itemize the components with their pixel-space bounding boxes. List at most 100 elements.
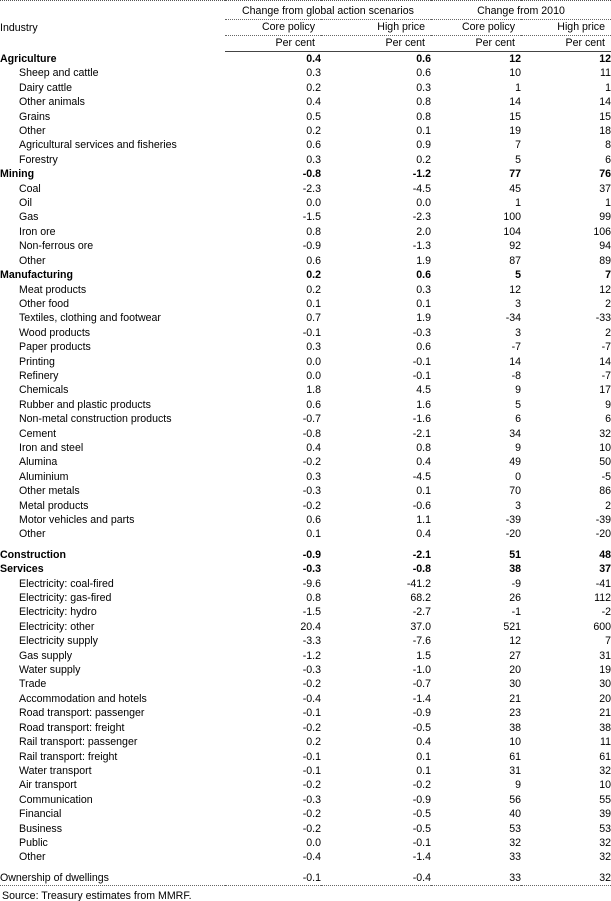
table-row[interactable]: Water supply -0.3 -1.0 20 19 xyxy=(0,663,611,677)
table-row[interactable]: Other -0.4 -1.4 33 32 xyxy=(0,850,611,864)
table-row[interactable]: Road transport: passenger -0.1 -0.9 23 21 xyxy=(0,706,611,720)
table-row[interactable]: Trade -0.2 -0.7 30 30 xyxy=(0,677,611,691)
cell-core-policy-global: 0.6 xyxy=(306,139,321,152)
cell-high-price-2010: 15 xyxy=(599,110,611,123)
table-row[interactable]: Cement -0.8 -2.1 34 32 xyxy=(0,427,611,441)
cell-core-policy-global: -0.2 xyxy=(302,721,321,734)
table-row[interactable]: Accommodation and hotels -0.4 -1.4 21 20 xyxy=(0,692,611,706)
table-row[interactable]: Wood products -0.1 -0.3 3 2 xyxy=(0,326,611,340)
row-industry-label: Other food xyxy=(19,297,70,310)
row-industry-label: Printing xyxy=(19,355,55,368)
cell-core-policy-2010: 49 xyxy=(509,456,521,469)
cell-high-price-2010: 94 xyxy=(599,240,611,253)
table-row[interactable]: Paper products 0.3 0.6 -7 -7 xyxy=(0,340,611,354)
cell-high-price-global: 0.3 xyxy=(416,283,431,296)
row-industry-label: Accommodation and hotels xyxy=(19,692,147,705)
table-row[interactable]: Electricity: hydro -1.5 -2.7 -1 -2 xyxy=(0,605,611,619)
table-header: Change from global action scenarios Chan… xyxy=(0,0,611,52)
cell-core-policy-global: 0.3 xyxy=(306,470,321,483)
table-row[interactable]: Other 0.1 0.4 -20 -20 xyxy=(0,527,611,541)
table-row[interactable]: Dairy cattle 0.2 0.3 1 1 xyxy=(0,81,611,95)
source-note: Source: Treasury estimates from MMRF. xyxy=(0,885,611,901)
table-row[interactable]: Rail transport: passenger 0.2 0.4 10 11 xyxy=(0,735,611,749)
table-row[interactable]: Iron and steel 0.4 0.8 9 10 xyxy=(0,441,611,455)
cell-core-policy-global: -0.3 xyxy=(302,485,321,498)
table-row[interactable]: Business -0.2 -0.5 53 53 xyxy=(0,822,611,836)
table-row[interactable]: Grains 0.5 0.8 15 15 xyxy=(0,110,611,124)
cell-high-price-2010: 2 xyxy=(605,499,611,512)
cell-core-policy-global: -0.3 xyxy=(302,793,321,806)
cell-high-price-2010: 18 xyxy=(599,125,611,138)
table-row[interactable]: Manufacturing 0.2 0.6 5 7 xyxy=(0,268,611,282)
cell-core-policy-2010: 5 xyxy=(515,269,521,282)
table-row[interactable]: Rail transport: freight -0.1 0.1 61 61 xyxy=(0,750,611,764)
header-group-row: Change from global action scenarios Chan… xyxy=(0,4,611,20)
cell-core-policy-global: -0.1 xyxy=(302,871,321,884)
row-industry-label: Agriculture xyxy=(0,53,57,65)
table-row[interactable]: Motor vehicles and parts 0.6 1.1 -39 -39 xyxy=(0,513,611,527)
cell-core-policy-2010: -8 xyxy=(511,369,521,382)
cell-high-price-global: -0.5 xyxy=(412,808,431,821)
cell-core-policy-2010: 34 xyxy=(509,427,521,440)
table-row[interactable]: Printing 0.0 -0.1 14 14 xyxy=(0,355,611,369)
cell-high-price-global: 1.6 xyxy=(416,398,431,411)
cell-core-policy-2010: -20 xyxy=(505,528,521,541)
table-row[interactable]: Agriculture 0.4 0.6 12 12 xyxy=(0,52,611,67)
table-row[interactable]: Oil 0.0 0.0 1 1 xyxy=(0,196,611,210)
table-row[interactable]: Forestry 0.3 0.2 5 6 xyxy=(0,153,611,167)
table-row[interactable]: Metal products -0.2 -0.6 3 2 xyxy=(0,499,611,513)
table-row[interactable]: Non-metal construction products -0.7 -1.6 6… xyxy=(0,412,611,426)
row-industry-label: Ownership of dwellings xyxy=(0,871,109,884)
table-row[interactable]: Other metals -0.3 0.1 70 86 xyxy=(0,484,611,498)
table-row[interactable]: Gas -1.5 -2.3 100 99 xyxy=(0,210,611,224)
table-row[interactable]: Refinery 0.0 -0.1 -8 -7 xyxy=(0,369,611,383)
table-row[interactable]: Aluminium 0.3 -4.5 0 -5 xyxy=(0,470,611,484)
table-row[interactable]: Electricity supply -3.3 -7.6 12 7 xyxy=(0,634,611,648)
cell-high-price-2010: -5 xyxy=(601,470,611,483)
table-row[interactable]: Meat products 0.2 0.3 12 12 xyxy=(0,283,611,297)
cell-core-policy-2010: 1 xyxy=(515,197,521,210)
table-row[interactable]: Ownership of dwellings -0.1 -0.4 33 32 xyxy=(0,871,611,886)
cell-high-price-2010: 32 xyxy=(599,871,611,884)
table-row[interactable]: Sheep and cattle 0.3 0.6 10 11 xyxy=(0,66,611,80)
table-row[interactable]: Electricity: other 20.4 37.0 521 600 xyxy=(0,620,611,634)
table-row[interactable]: Iron ore 0.8 2.0 104 106 xyxy=(0,225,611,239)
table-row[interactable]: Gas supply -1.2 1.5 27 31 xyxy=(0,649,611,663)
table-row[interactable]: Financial -0.2 -0.5 40 39 xyxy=(0,807,611,821)
table-row[interactable]: Services -0.3 -0.8 38 37 xyxy=(0,562,611,576)
cell-high-price-global: 0.4 xyxy=(416,528,431,541)
cell-high-price-2010: 10 xyxy=(599,779,611,792)
table-row[interactable]: Communication -0.3 -0.9 56 55 xyxy=(0,793,611,807)
table-row[interactable]: Air transport -0.2 -0.2 9 10 xyxy=(0,778,611,792)
table-row[interactable]: Textiles, clothing and footwear 0.7 1.9 -34… xyxy=(0,311,611,325)
table-row[interactable]: Construction -0.9 -2.1 51 48 xyxy=(0,548,611,562)
cell-core-policy-global: -0.2 xyxy=(302,499,321,512)
table-row[interactable]: Other 0.2 0.1 19 18 xyxy=(0,124,611,138)
table-row[interactable]: Other food 0.1 0.1 3 2 xyxy=(0,297,611,311)
cell-high-price-global: -0.8 xyxy=(412,563,431,576)
cell-core-policy-2010: 38 xyxy=(509,563,521,576)
cell-high-price-global: 0.4 xyxy=(416,736,431,749)
header-units-spacer xyxy=(0,36,225,52)
row-industry-label: Meat products xyxy=(19,283,87,296)
table-row[interactable]: Other animals 0.4 0.8 14 14 xyxy=(0,95,611,109)
table-row[interactable]: Agricultural services and fisheries 0.6 0.… xyxy=(0,138,611,152)
table-row[interactable]: Other 0.6 1.9 87 89 xyxy=(0,254,611,268)
table-row[interactable]: Electricity: coal-fired -9.6 -41.2 -9 -41 xyxy=(0,577,611,591)
table-row[interactable]: Road transport: freight -0.2 -0.5 38 38 xyxy=(0,721,611,735)
cell-high-price-global: 4.5 xyxy=(416,384,431,397)
cell-high-price-2010: 38 xyxy=(599,721,611,734)
source-note-row: Source: Treasury estimates from MMRF. xyxy=(0,885,611,901)
table-row[interactable]: Electricity: gas-fired 0.8 68.2 26 112 xyxy=(0,591,611,605)
table-row[interactable]: Non-ferrous ore -0.9 -1.3 92 94 xyxy=(0,239,611,253)
table-row[interactable]: Mining -0.8 -1.2 77 76 xyxy=(0,167,611,181)
table-row[interactable]: Public 0.0 -0.1 32 32 xyxy=(0,836,611,850)
table-row[interactable]: Chemicals 1.8 4.5 9 17 xyxy=(0,383,611,397)
cell-high-price-2010: 12 xyxy=(599,283,611,296)
table-row[interactable]: Water transport -0.1 0.1 31 32 xyxy=(0,764,611,778)
row-industry-label: Rail transport: freight xyxy=(19,750,118,763)
cell-high-price-global: -0.1 xyxy=(412,369,431,382)
table-row[interactable]: Rubber and plastic products 0.6 1.6 5 9 xyxy=(0,398,611,412)
table-row[interactable]: Coal -2.3 -4.5 45 37 xyxy=(0,182,611,196)
table-row[interactable]: Alumina -0.2 0.4 49 50 xyxy=(0,455,611,469)
